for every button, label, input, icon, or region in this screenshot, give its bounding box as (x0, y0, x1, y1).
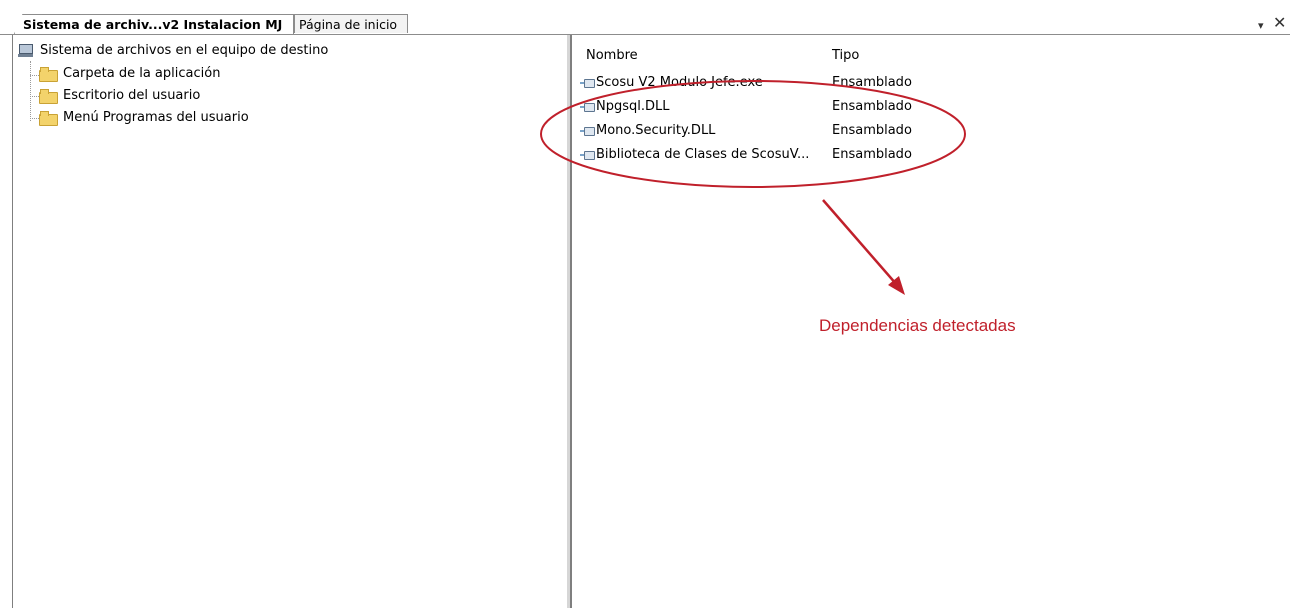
list-item-type: Ensamblado (832, 75, 912, 90)
file-system-tree-pane: Sistema de archivos en el equipo de dest… (12, 35, 569, 608)
list-item-name-cell: Mono.Security.DLL (580, 119, 715, 143)
tree-item-application-folder[interactable]: Carpeta de la aplicación (39, 64, 220, 84)
close-icon[interactable]: ✕ (1273, 13, 1286, 32)
tree-item-label: Carpeta de la aplicación (63, 66, 221, 81)
list-item-type: Ensamblado (832, 147, 912, 162)
list-item[interactable]: Biblioteca de Clases de ScosuV... Ensamb… (572, 143, 1290, 167)
tree-connector (30, 61, 31, 121)
folder-icon (39, 89, 58, 104)
list-item-type: Ensamblado (832, 123, 912, 138)
tab-file-system[interactable]: Sistema de archiv...v2 Instalacion MJ (14, 14, 294, 34)
tree-item-user-programs-menu[interactable]: Menú Programas del usuario (39, 108, 249, 128)
column-header-type[interactable]: Tipo (832, 47, 859, 65)
list-item[interactable]: Npgsql.DLL Ensamblado (572, 95, 1290, 119)
list-item-name: Npgsql.DLL (596, 99, 670, 114)
list-item-name: Biblioteca de Clases de ScosuV... (596, 147, 810, 162)
document-tab-strip: Sistema de archiv...v2 Instalacion MJ Pá… (0, 0, 1290, 35)
list-item-name-cell: Npgsql.DLL (580, 95, 670, 119)
assembly-icon (580, 102, 595, 112)
tab-start-page[interactable]: Página de inicio (294, 14, 408, 33)
column-header-name[interactable]: Nombre (586, 47, 638, 65)
list-item-name: Mono.Security.DLL (596, 123, 716, 138)
computer-icon (18, 43, 34, 58)
folder-icon (39, 111, 58, 126)
list-item[interactable]: Scosu V2 Modulo Jefe.exe Ensamblado (572, 71, 1290, 95)
list-item-name-cell: Scosu V2 Modulo Jefe.exe (580, 71, 763, 95)
assembly-icon (580, 150, 595, 160)
tree-item-label: Menú Programas del usuario (63, 110, 249, 125)
tree-item-label: Escritorio del usuario (63, 88, 201, 103)
assembly-icon (580, 78, 595, 88)
list-item-name-cell: Biblioteca de Clases de ScosuV... (580, 143, 809, 167)
tree-root-label: Sistema de archivos en el equipo de dest… (40, 43, 329, 58)
window-position-dropdown-icon[interactable]: ▾ (1258, 19, 1264, 32)
folder-icon (39, 67, 58, 82)
list-item[interactable]: Mono.Security.DLL Ensamblado (572, 119, 1290, 143)
tree-item-user-desktop[interactable]: Escritorio del usuario (39, 86, 200, 106)
list-item-type: Ensamblado (832, 99, 912, 114)
tree-root-item[interactable]: Sistema de archivos en el equipo de dest… (18, 41, 328, 61)
annotation-label: Dependencias detectadas (819, 316, 1016, 335)
assembly-icon (580, 126, 595, 136)
list-item-name: Scosu V2 Modulo Jefe.exe (596, 75, 763, 90)
